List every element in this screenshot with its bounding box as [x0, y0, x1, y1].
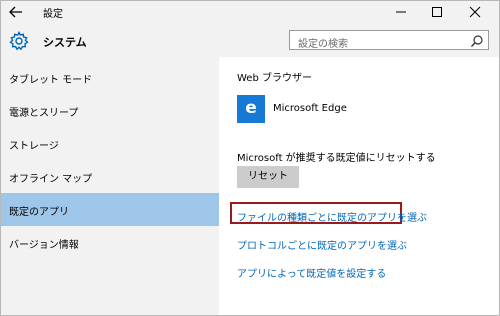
web-browser-app-name[interactable]: Microsoft Edge: [273, 103, 347, 114]
sidebar-item-label: オフライン マップ: [9, 174, 93, 185]
main-content: Web ブラウザー e Microsoft Edge Microsoft が推奨…: [219, 57, 499, 315]
sidebar-item-label: 既定のアプリ: [9, 207, 69, 218]
sidebar-item-label: バージョン情報: [9, 240, 79, 251]
sidebar-item-tablet-mode[interactable]: タブレット モード: [1, 61, 219, 94]
search-icon[interactable]: [470, 34, 484, 48]
search-input[interactable]: 設定の検索: [289, 30, 489, 50]
sidebar-item-storage[interactable]: ストレージ: [1, 127, 219, 160]
edge-app-icon[interactable]: e: [237, 95, 265, 123]
minimize-icon[interactable]: [385, 1, 417, 23]
title-bar: 設定: [1, 1, 499, 23]
close-icon[interactable]: [459, 1, 491, 23]
sidebar-item-about[interactable]: バージョン情報: [1, 226, 219, 259]
sidebar: タブレット モード 電源とスリープ ストレージ オフライン マップ 既定のアプリ…: [1, 57, 219, 315]
sidebar-item-offline-maps[interactable]: オフライン マップ: [1, 160, 219, 193]
sidebar-item-label: 電源とスリープ: [9, 108, 79, 119]
sidebar-item-label: ストレージ: [9, 141, 59, 152]
gear-icon: [9, 31, 29, 51]
maximize-icon[interactable]: [421, 1, 453, 23]
search-placeholder: 設定の検索: [298, 39, 348, 50]
sidebar-item-default-apps[interactable]: 既定のアプリ: [1, 193, 219, 226]
sidebar-item-power-sleep[interactable]: 電源とスリープ: [1, 94, 219, 127]
page-header: システム 設定の検索: [1, 23, 499, 57]
window-title: 設定: [43, 9, 63, 20]
choose-by-file-type-link[interactable]: ファイルの種類ごとに既定のアプリを選ぶ: [237, 209, 427, 224]
reset-button[interactable]: リセット: [237, 166, 299, 188]
set-defaults-by-app-link[interactable]: アプリによって既定値を設定する: [237, 265, 386, 280]
web-browser-heading: Web ブラウザー: [237, 73, 312, 84]
page-title: システム: [43, 36, 87, 49]
settings-window: 設定 システム 設定の検索 タブレット モード 電源とスリープ ストレージ オフ…: [0, 0, 500, 316]
back-arrow-icon[interactable]: [7, 3, 25, 21]
choose-by-protocol-link[interactable]: プロトコルごとに既定のアプリを選ぶ: [237, 237, 407, 252]
edge-icon-glyph: e: [245, 98, 257, 118]
sidebar-item-label: タブレット モード: [9, 75, 93, 86]
reset-description: Microsoft が推奨する既定値にリセットする: [237, 153, 436, 164]
